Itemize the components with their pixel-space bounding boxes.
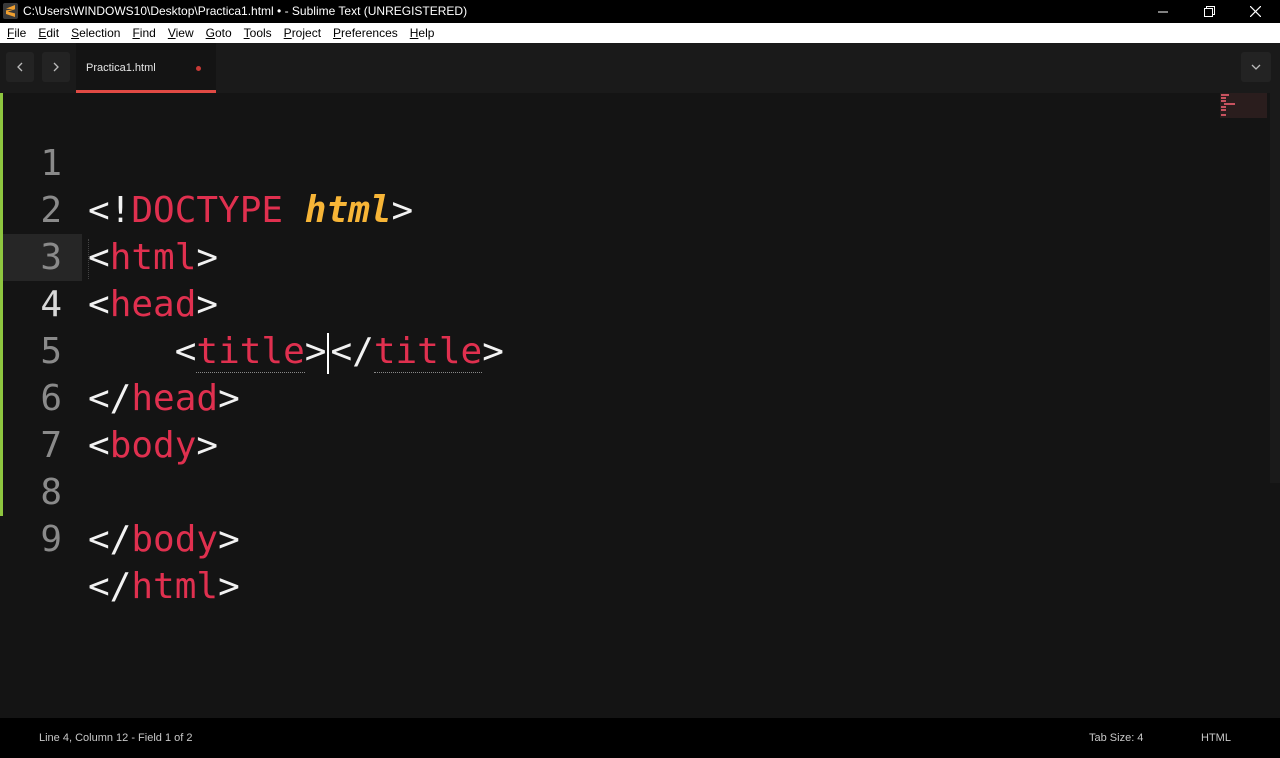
- code-editor[interactable]: 1 <!DOCTYPE html> 2 <html> 3 <head> 4 <t…: [0, 93, 1280, 718]
- menu-view[interactable]: View: [162, 26, 200, 40]
- tab-back-button[interactable]: [6, 52, 34, 82]
- cursor-position: Line 4, Column 12 - Field 1 of 2: [39, 732, 193, 744]
- window-title: C:\Users\WINDOWS10\Desktop\Practica1.htm…: [23, 4, 468, 18]
- tab-forward-button[interactable]: [42, 52, 70, 82]
- menu-bar: File Edit Selection Find View Goto Tools…: [0, 23, 1280, 43]
- restore-icon: [1203, 6, 1215, 17]
- tab-list-button[interactable]: [1241, 52, 1271, 82]
- restore-button[interactable]: [1186, 0, 1232, 23]
- chevron-right-icon: [53, 62, 59, 72]
- code-line: 9 </html>: [0, 469, 1200, 607]
- menu-preferences[interactable]: Preferences: [327, 26, 404, 40]
- menu-file[interactable]: File: [0, 26, 32, 40]
- close-button[interactable]: [1232, 0, 1278, 23]
- syntax-selector[interactable]: HTML: [1201, 732, 1231, 744]
- tab-label: Practica1.html: [86, 62, 156, 74]
- code-line: 2 <html>: [0, 140, 1200, 278]
- sublime-text-icon: [3, 3, 18, 19]
- minimize-button[interactable]: [1140, 0, 1186, 23]
- menu-find[interactable]: Find: [126, 26, 161, 40]
- minimap[interactable]: [1220, 93, 1267, 118]
- code-line: 7: [0, 375, 1200, 466]
- chevron-left-icon: [17, 62, 23, 72]
- status-bar: Line 4, Column 12 - Field 1 of 2 Tab Siz…: [0, 718, 1280, 758]
- menu-edit[interactable]: Edit: [32, 26, 65, 40]
- unsaved-dot-icon[interactable]: [196, 66, 201, 71]
- code-line: 1 <!DOCTYPE html>: [0, 93, 1200, 231]
- menu-tools[interactable]: Tools: [238, 26, 278, 40]
- menu-project[interactable]: Project: [278, 26, 327, 40]
- minimize-icon: [1158, 11, 1168, 12]
- line-number: 9: [40, 519, 62, 560]
- code-line: 3 <head>: [0, 187, 1200, 325]
- tab-size-selector[interactable]: Tab Size: 4: [1089, 732, 1143, 744]
- code-line-active: 4 <title> </title>: [0, 234, 1200, 374]
- vertical-scrollbar[interactable]: [1270, 93, 1280, 483]
- menu-goto[interactable]: Goto: [200, 26, 238, 40]
- code-line: 8 </body>: [0, 422, 1200, 560]
- code-line: 5 </head>: [0, 281, 1200, 419]
- chevron-down-icon: [1251, 64, 1261, 70]
- menu-help[interactable]: Help: [404, 26, 441, 40]
- code-line: 6 <body>: [0, 328, 1200, 466]
- menu-selection[interactable]: Selection: [65, 26, 126, 40]
- tab-bar: Practica1.html: [0, 43, 1280, 93]
- tab-practica1[interactable]: Practica1.html: [76, 43, 216, 93]
- title-bar: C:\Users\WINDOWS10\Desktop\Practica1.htm…: [0, 0, 1280, 23]
- close-icon: [1249, 6, 1261, 17]
